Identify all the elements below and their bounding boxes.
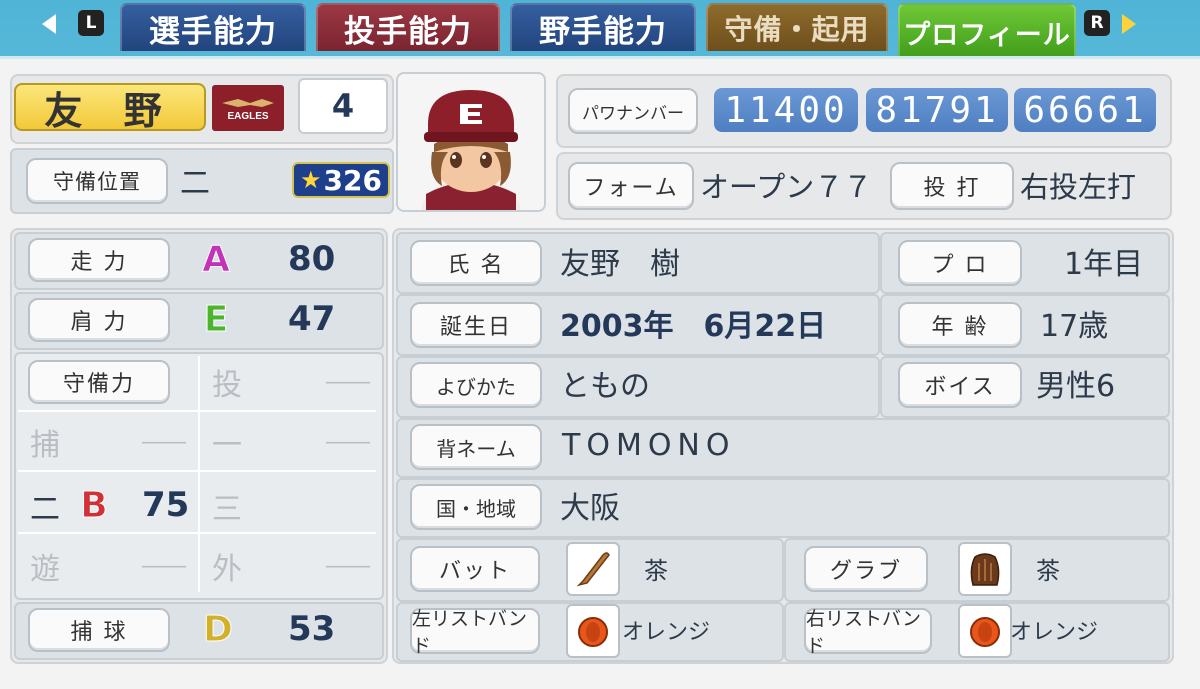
defense-pos-pitcher: 投 xyxy=(212,368,242,403)
bat-value: 茶 xyxy=(644,556,668,585)
arm-value: 47 xyxy=(288,299,336,339)
defense-value-catcher: ―― xyxy=(326,429,370,455)
left-arrow-icon[interactable] xyxy=(42,14,56,34)
glove-label: グラブ xyxy=(804,546,928,592)
defense-grade-short: ―― xyxy=(142,553,186,579)
name-value: 友野 樹 xyxy=(560,247,680,282)
left-wristband-icon xyxy=(566,604,620,658)
defense-pos-short: 遊 xyxy=(30,552,60,587)
position-label: 守備位置 xyxy=(26,158,168,204)
pawa-number-part-3: 66661 xyxy=(1014,88,1156,132)
left-wristband-value: オレンジ xyxy=(622,620,711,645)
defense-pos-second: 二 xyxy=(30,492,60,527)
voice-value: 男性6 xyxy=(1036,369,1116,404)
bat-label: バット xyxy=(410,546,540,592)
star-icon: ★ xyxy=(300,166,322,194)
reading-label: よびかた xyxy=(410,362,542,408)
star-rating: ★ 326 xyxy=(292,162,390,198)
player-avatar-icon xyxy=(421,90,521,246)
tab-fielder-ability[interactable]: 野手能力 xyxy=(510,3,696,51)
defense-grade-second: B xyxy=(80,484,108,526)
position-value: 二 xyxy=(180,166,210,201)
right-wristband-icon xyxy=(958,604,1012,658)
uniform-number: 4 xyxy=(298,78,388,134)
right-wristband-value: オレンジ xyxy=(1010,620,1099,645)
tab-pitcher-ability[interactable]: 投手能力 xyxy=(316,3,500,51)
r-shoulder-button[interactable]: R xyxy=(1084,10,1110,36)
star-rating-value: 326 xyxy=(323,163,382,197)
tab-bar: L 選手能力 投手能力 野手能力 守備・起用 プロフィール R xyxy=(0,0,1200,59)
back-name-value: TOMONO xyxy=(562,427,736,463)
throw-bat-label: 投 打 xyxy=(890,162,1014,210)
left-wristband-label: 左リストバンド xyxy=(410,608,540,657)
region-label: 国・地域 xyxy=(410,484,542,530)
voice-label: ボイス xyxy=(898,362,1022,408)
defense-grade-catcher: ―― xyxy=(142,429,186,455)
grid-divider xyxy=(18,410,376,412)
pawa-number-part-1: 11400 xyxy=(714,88,858,132)
form-label: フォーム xyxy=(568,162,694,210)
player-short-name: 友 野 xyxy=(14,83,206,133)
l-shoulder-button[interactable]: L xyxy=(78,10,104,36)
defense-pos-catcher: 捕 xyxy=(30,428,60,463)
catch-value: 53 xyxy=(288,609,336,649)
arm-grade: E xyxy=(203,298,229,340)
name-label: 氏 名 xyxy=(410,240,542,286)
glove-value: 茶 xyxy=(1036,556,1060,585)
tab-defense-usage[interactable]: 守備・起用 xyxy=(706,3,888,51)
reading-value: ともの xyxy=(560,369,650,404)
tab-player-ability[interactable]: 選手能力 xyxy=(120,3,306,51)
defense-pos-outfield: 外 xyxy=(212,552,242,587)
player-portrait xyxy=(396,72,546,246)
form-value: オープン７７ xyxy=(700,170,873,204)
pawa-number-label: パワナンバー xyxy=(568,88,698,134)
speed-grade: A xyxy=(202,238,231,280)
grid-divider xyxy=(18,532,376,534)
right-wristband-label: 右リストバンド xyxy=(804,608,932,657)
throw-bat-value: 右投左打 xyxy=(1020,170,1137,204)
age-label: 年 齢 xyxy=(898,302,1022,348)
right-arrow-icon[interactable] xyxy=(1122,14,1136,34)
catch-label: 捕 球 xyxy=(28,608,170,652)
arm-label: 肩 力 xyxy=(28,298,170,342)
defense-value-second: 75 xyxy=(142,485,190,525)
pro-label: プ ロ xyxy=(898,240,1022,286)
pawa-number-part-2: 81791 xyxy=(866,88,1008,132)
svg-text:EAGLES: EAGLES xyxy=(227,111,268,122)
speed-label: 走 力 xyxy=(28,238,170,282)
glove-icon xyxy=(958,542,1012,596)
pro-value: 1年目 xyxy=(1064,247,1144,282)
team-logo: EAGLES xyxy=(212,85,284,131)
region-value: 大阪 xyxy=(560,491,620,526)
back-name-label: 背ネーム xyxy=(410,424,542,470)
grid-divider xyxy=(18,470,376,472)
eagles-logo-icon: EAGLES xyxy=(222,99,274,122)
defense-value-pitcher: ―― xyxy=(326,369,370,395)
birthday-value: 2003年 6月22日 xyxy=(560,309,827,344)
defense-value-outfield: ―― xyxy=(326,553,370,579)
grid-divider xyxy=(198,356,200,592)
speed-value: 80 xyxy=(288,239,336,279)
defense-pos-first: 一 xyxy=(212,428,242,463)
defense-pos-third: 三 xyxy=(212,492,242,527)
birthday-label: 誕生日 xyxy=(410,302,542,348)
tab-profile[interactable]: プロフィール xyxy=(898,3,1076,59)
age-value: 17歳 xyxy=(1040,309,1109,344)
catch-grade: D xyxy=(203,608,234,650)
defense-label: 守備力 xyxy=(28,360,170,404)
bat-icon xyxy=(566,542,620,596)
